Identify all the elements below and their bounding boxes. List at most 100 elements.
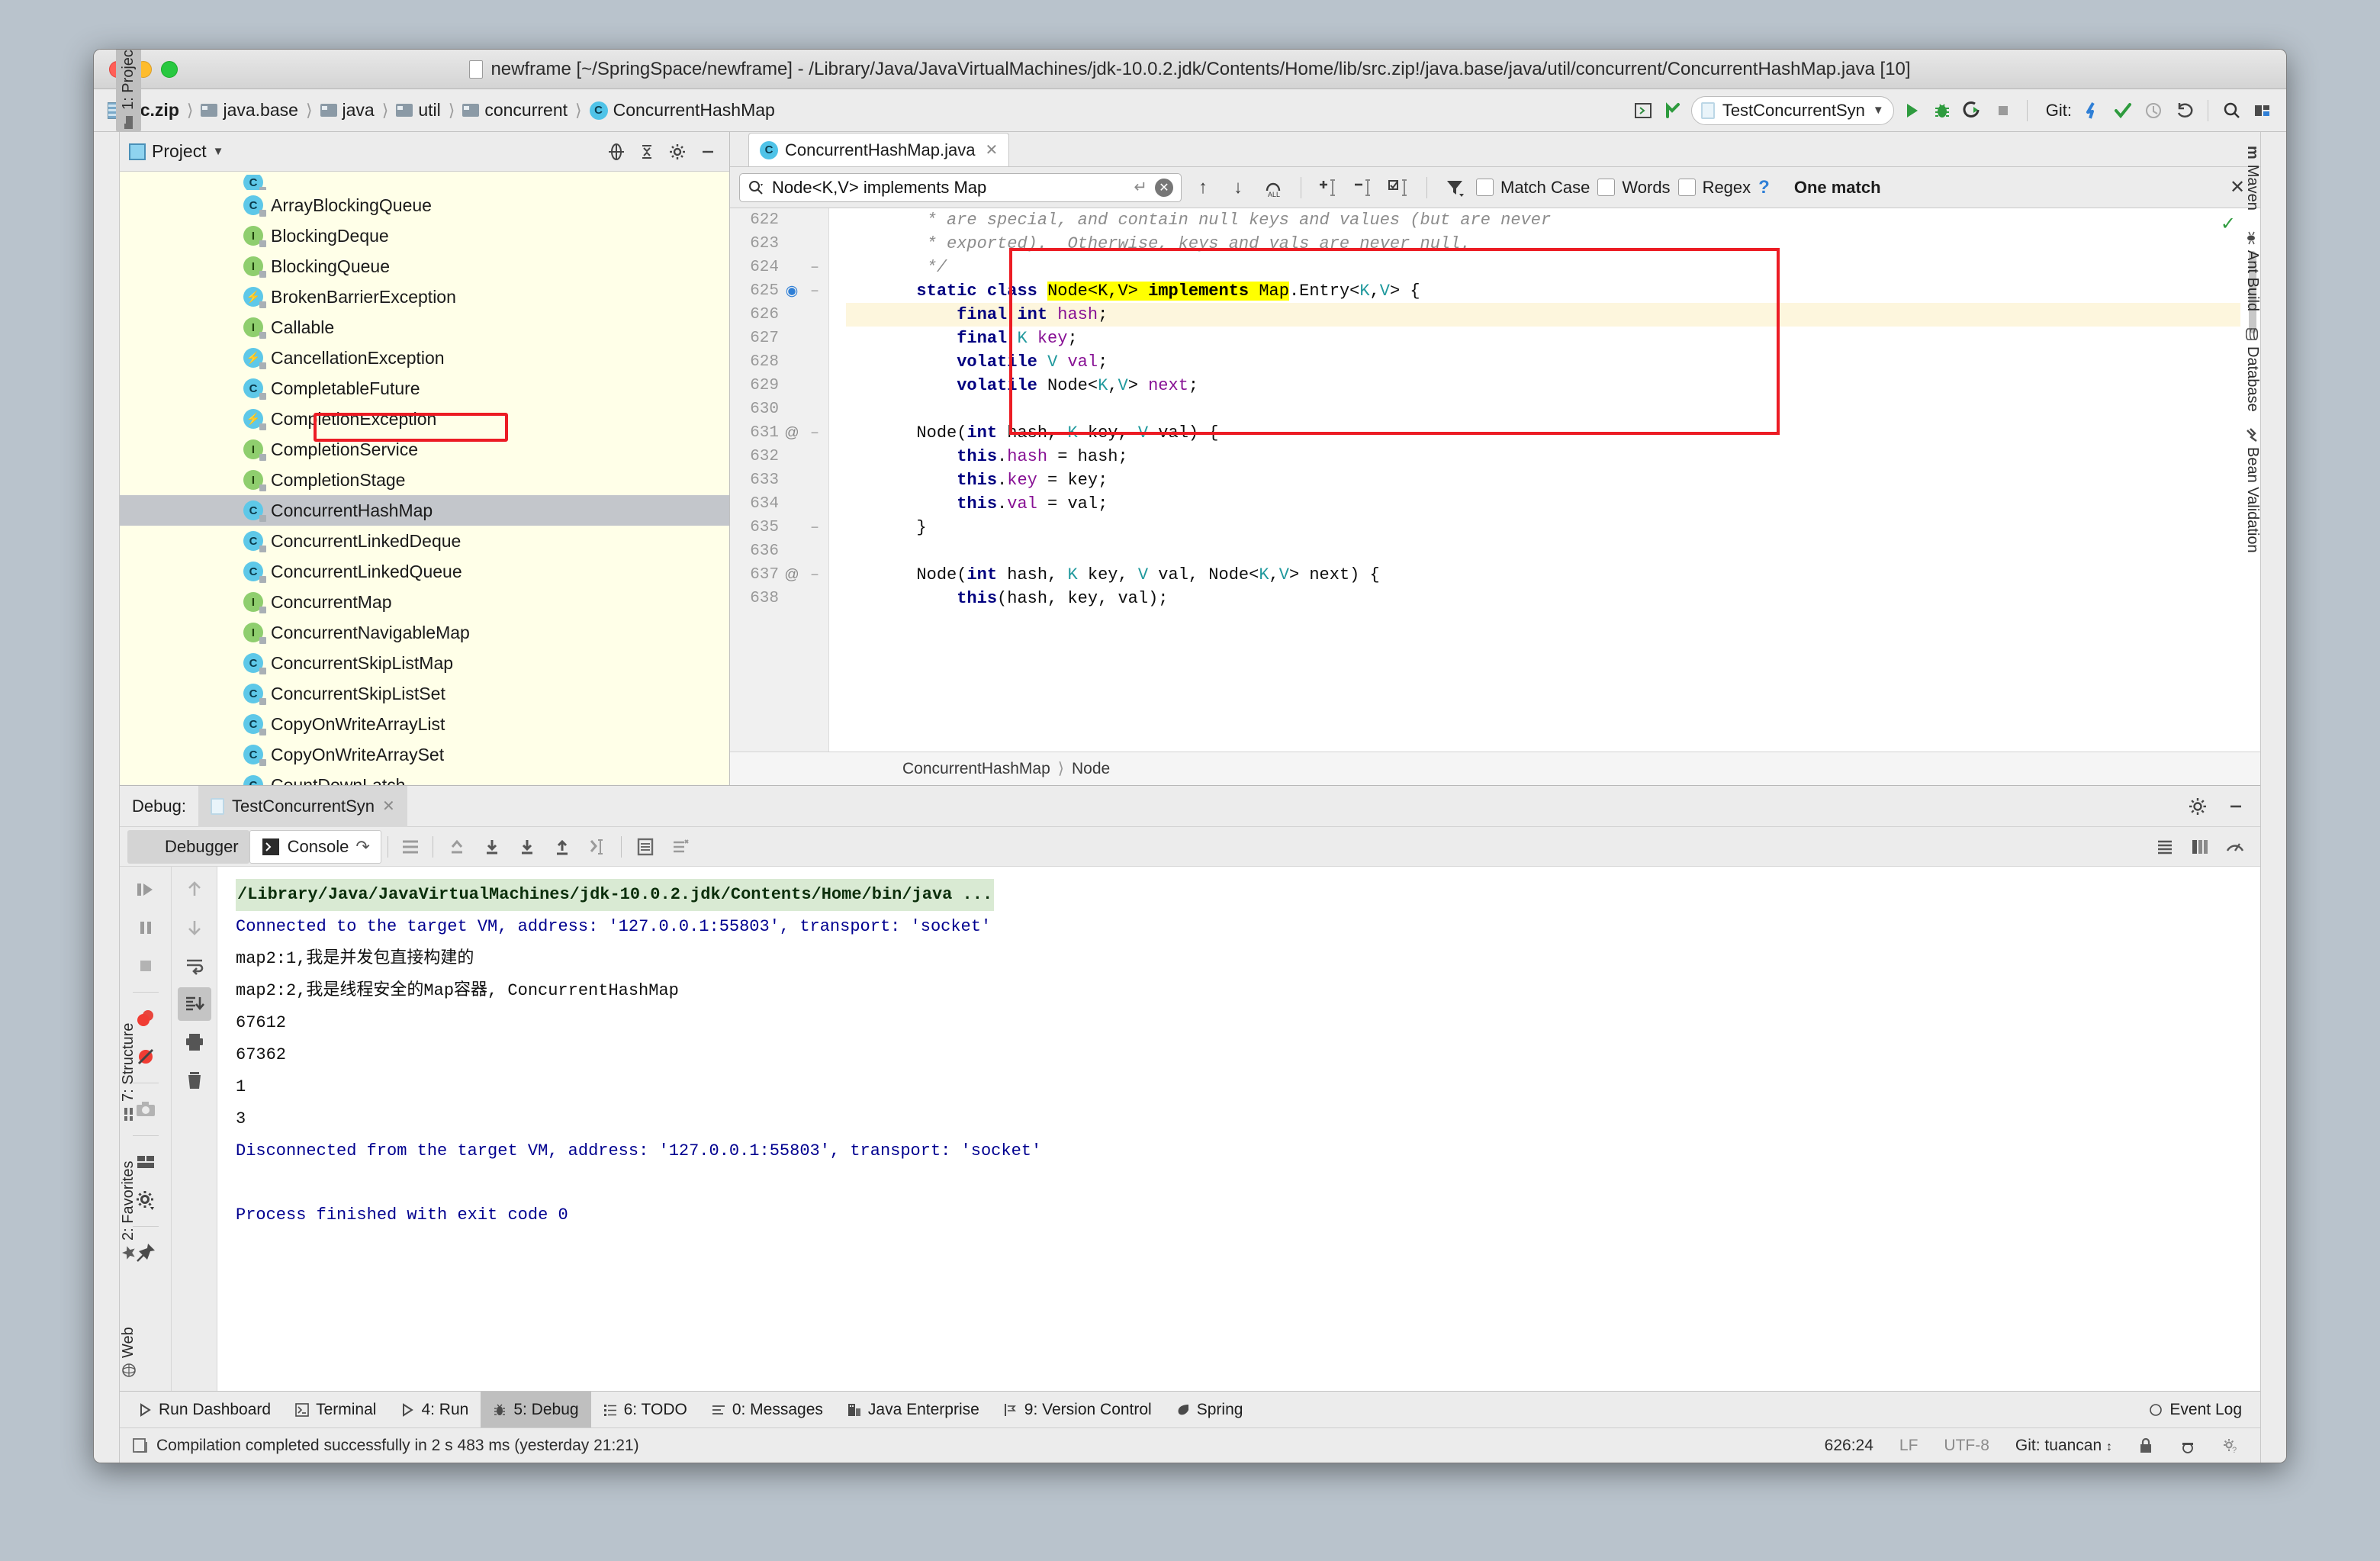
debug-button[interactable] [1929, 98, 1955, 124]
sidebar-item-maven[interactable]: m Maven [2240, 143, 2265, 214]
add-selection-icon[interactable] [1315, 174, 1343, 201]
git-commit-icon[interactable] [2110, 98, 2136, 124]
breadcrumb-item-util[interactable]: util [393, 98, 443, 122]
list-item[interactable]: C CountDownLatch [120, 770, 729, 785]
print-icon[interactable] [178, 1025, 211, 1059]
code-editor[interactable]: 622 623 624− 625 ◉ − 626 627 628 629 630 6… [730, 208, 2260, 752]
git-update-icon[interactable] [2079, 98, 2105, 124]
close-icon[interactable]: ✕ [985, 140, 998, 159]
layout-settings-icon[interactable] [671, 837, 690, 857]
breadcrumb-item-concurrenthashmap[interactable]: C ConcurrentHashMap [587, 98, 778, 122]
force-step-into-icon[interactable] [517, 837, 537, 857]
debug-session-tab[interactable]: TestConcurrentSyn ✕ [198, 785, 407, 827]
bottom-item-version-control[interactable]: 9: Version Control [992, 1392, 1164, 1428]
clear-search-icon[interactable]: ✕ [1155, 178, 1173, 197]
list-item[interactable]: I Callable [120, 312, 729, 343]
step-out-icon[interactable] [552, 837, 572, 857]
stop-button[interactable] [1990, 98, 2016, 124]
fold-toggle[interactable]: − [805, 283, 825, 299]
encoding-indicator[interactable]: UTF-8 [1935, 1437, 1999, 1455]
sidebar-item-ant-build[interactable]: Ant Build [2240, 228, 2265, 314]
sidebar-item-structure[interactable]: 7: Structure [116, 1020, 141, 1124]
tab-debugger[interactable]: Debugger [127, 829, 249, 864]
soft-wrap-icon[interactable] [400, 837, 420, 857]
breadcrumb-item-java[interactable]: java [317, 98, 378, 122]
list-item[interactable]: C CopyOnWriteArraySet [120, 739, 729, 770]
trash-icon[interactable] [178, 1064, 211, 1097]
run-with-coverage-button[interactable] [1960, 98, 1986, 124]
bottom-item-terminal[interactable]: Terminal [283, 1392, 388, 1428]
breadcrumb-item-javabase[interactable]: java.base [198, 98, 301, 122]
list-item[interactable]: C ConcurrentLinkedQueue [120, 556, 729, 587]
grid-view-icon[interactable] [2190, 837, 2210, 857]
hide-panel-icon[interactable] [696, 140, 720, 164]
hide-panel-icon[interactable] [2222, 793, 2250, 820]
list-view-icon[interactable] [2155, 837, 2175, 857]
git-rollback-icon[interactable] [2171, 98, 2197, 124]
sidebar-item-bean-validation[interactable]: Bean Validation [2240, 425, 2265, 556]
editor-gutter[interactable]: 622 623 624− 625 ◉ − 626 627 628 629 630 6… [730, 208, 829, 752]
scroll-to-end-icon[interactable] [177, 987, 211, 1021]
inspection-ok-icon[interactable]: ✓ [2221, 213, 2236, 235]
breadcrumb-item-concurrent[interactable]: concurrent [459, 98, 571, 122]
resume-program-icon[interactable] [129, 873, 162, 906]
lock-icon[interactable] [2129, 1437, 2163, 1454]
find-previous-icon[interactable]: ↑ [1189, 174, 1217, 201]
list-item[interactable]: I ConcurrentMap [120, 587, 729, 617]
search-input[interactable] [772, 177, 1127, 198]
list-item[interactable]: C CopyOnWriteArrayList [120, 709, 729, 739]
run-configuration-selector[interactable]: TestConcurrentSyn ▼ [1690, 95, 1894, 125]
step-up-icon[interactable] [447, 837, 467, 857]
list-item[interactable]: C ConcurrentLinkedDeque [120, 526, 729, 556]
list-item[interactable]: C [120, 175, 729, 190]
sidebar-item-web[interactable]: Web [116, 1324, 141, 1380]
list-item[interactable]: ⚡ CancellationException [120, 343, 729, 373]
bookmark-icon[interactable]: ◉ [779, 282, 805, 300]
list-item[interactable]: C ArrayBlockingQueue [120, 190, 729, 220]
list-item[interactable]: I CompletionStage [120, 465, 729, 495]
fold-toggle[interactable]: − [805, 567, 825, 583]
chevron-down-icon[interactable]: ▼ [213, 145, 224, 158]
close-icon[interactable]: ✕ [382, 797, 395, 816]
bottom-item-run-dashboard[interactable]: Run Dashboard [126, 1392, 283, 1428]
project-structure-icon[interactable] [2250, 98, 2275, 124]
search-everywhere-icon[interactable] [2219, 98, 2245, 124]
pause-program-icon[interactable] [129, 911, 162, 945]
remove-selection-icon[interactable] [1350, 174, 1378, 201]
tab-concurrenthashmap-java[interactable]: C ConcurrentHashMap.java ✕ [748, 133, 1010, 166]
gear-icon[interactable] [665, 140, 690, 164]
event-log-button[interactable]: Event Log [2137, 1392, 2254, 1428]
open-in-terminal-icon[interactable] [1630, 98, 1656, 124]
words-checkbox[interactable]: Words [1597, 178, 1671, 198]
sidebar-item-database[interactable]: Database [2240, 324, 2265, 415]
run-button[interactable] [1899, 98, 1925, 124]
tree-item-concurrenthashmap[interactable]: C ConcurrentHashMap [120, 495, 729, 526]
caret-position[interactable]: 626:24 [1816, 1437, 1883, 1455]
sidebar-item-favorites[interactable]: 2: Favorites [116, 1158, 141, 1263]
filter-icon[interactable] [1441, 174, 1468, 201]
bottom-item-spring[interactable]: Spring [1164, 1392, 1256, 1428]
hector-inspection-icon[interactable] [2170, 1437, 2205, 1454]
bottom-item-todo[interactable]: 6: TODO [591, 1392, 700, 1428]
list-item[interactable]: C ConcurrentSkipListMap [120, 648, 729, 678]
sidebar-item-project[interactable]: 1: Project [116, 50, 141, 132]
match-case-checkbox[interactable]: Match Case [1476, 178, 1590, 198]
git-history-icon[interactable] [2140, 98, 2166, 124]
ide-settings-icon[interactable]: ? [2213, 1437, 2248, 1454]
bottom-item-run[interactable]: 4: Run [388, 1392, 481, 1428]
list-item[interactable]: I BlockingDeque [120, 220, 729, 251]
list-item[interactable]: C ConcurrentSkipListSet [120, 678, 729, 709]
find-all-icon[interactable]: ALL [1259, 174, 1287, 201]
scroll-from-source-icon[interactable] [604, 140, 629, 164]
search-input-wrapper[interactable]: ↵ ✕ [739, 172, 1182, 202]
list-item[interactable]: I BlockingQueue [120, 251, 729, 282]
fold-toggle[interactable]: − [805, 520, 825, 536]
soft-wrap-lines-icon[interactable] [178, 949, 211, 983]
breadcrumb-member[interactable]: Node [1072, 760, 1110, 778]
breadcrumb-class[interactable]: ConcurrentHashMap [902, 760, 1050, 778]
list-item[interactable]: ⚡ BrokenBarrierException [120, 282, 729, 312]
fold-toggle[interactable]: − [805, 425, 825, 441]
list-item[interactable]: C CompletableFuture [120, 373, 729, 404]
make-project-icon[interactable] [1661, 98, 1687, 124]
maximize-window-button[interactable] [161, 60, 178, 78]
